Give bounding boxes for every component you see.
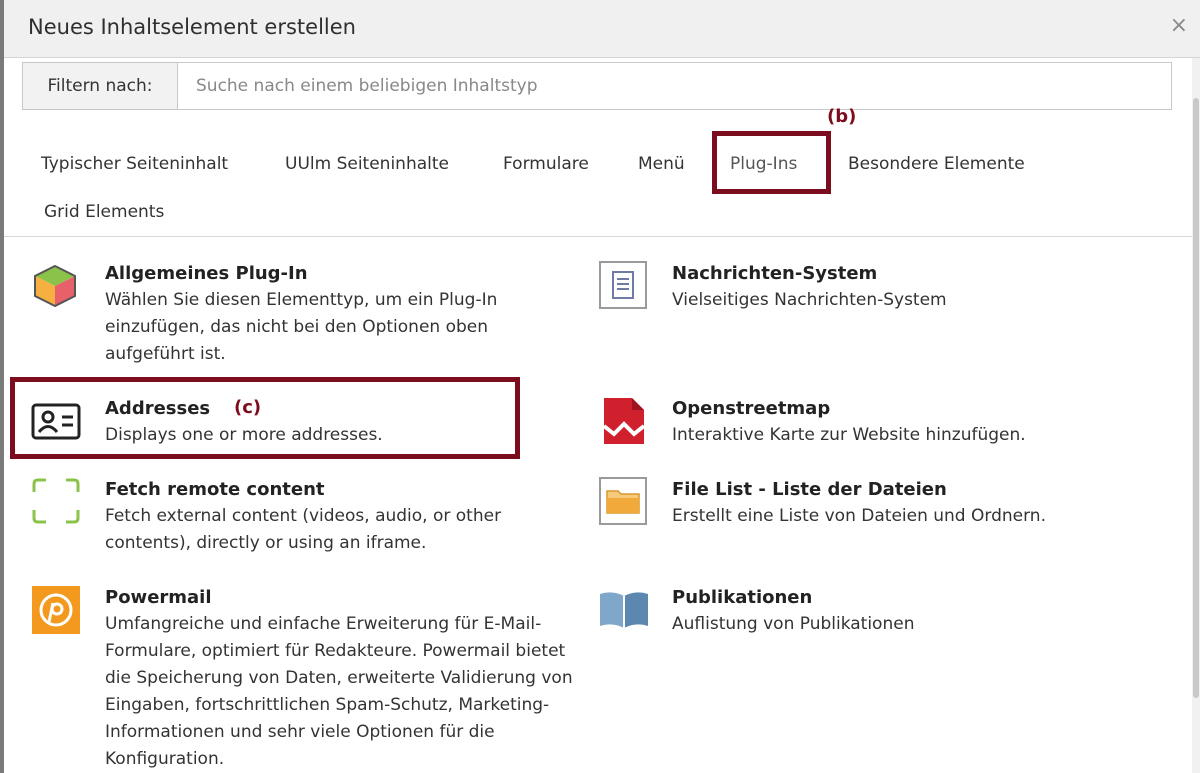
item-description: Vielseitiges Nachrichten-System [672, 290, 947, 310]
item-name: Openstreetmap [672, 398, 831, 419]
list-item-addresses[interactable]: Addresses Displays one or more addresses… [105, 395, 525, 449]
scrollbar[interactable] [1192, 58, 1200, 773]
item-name: Publikationen [672, 587, 813, 608]
address-card-icon [31, 403, 81, 440]
annotation-label-b: (b) [827, 106, 857, 127]
list-item-powermail[interactable]: Powermail Umfangreiche und einfache Erwe… [105, 584, 585, 773]
news-document-icon [599, 261, 647, 309]
dialog-header: Neues Inhaltselement erstellen × [4, 0, 1200, 58]
tab-menu[interactable]: Menü [638, 154, 685, 174]
item-description: Interaktive Karte zur Website hinzufügen… [672, 425, 1026, 445]
list-item-publikationen[interactable]: Publikationen Auflistung von Publikation… [672, 584, 1172, 638]
list-item-fetch-remote-content[interactable]: Fetch remote content Fetch external cont… [105, 476, 565, 557]
tab-formulare[interactable]: Formulare [503, 154, 589, 174]
tab-uulm-seiteninhalte[interactable]: UUlm Seiteninhalte [285, 154, 449, 174]
dialog-title: Neues Inhaltselement erstellen [28, 15, 356, 39]
item-description: Erstellt eine Liste von Dateien und Ordn… [672, 506, 1046, 526]
list-item-openstreetmap[interactable]: Openstreetmap Interaktive Karte zur Webs… [672, 395, 1172, 449]
book-icon [600, 592, 648, 628]
tabs-divider [4, 236, 1192, 237]
item-description: Auflistung von Publikationen [672, 614, 915, 634]
frame-corners-icon [32, 478, 80, 524]
list-item-file-list[interactable]: File List - Liste der Dateien Erstellt e… [672, 476, 1172, 530]
item-name: Nachrichten-System [672, 263, 878, 284]
item-name: File List - Liste der Dateien [672, 479, 947, 500]
search-input[interactable] [178, 63, 1171, 109]
close-icon[interactable]: × [1170, 13, 1188, 38]
item-name: Addresses [105, 398, 211, 419]
filter-group: Filtern nach: [22, 62, 1172, 110]
powermail-icon [32, 586, 80, 634]
item-description: Wählen Sie diesen Elementtyp, um ein Plu… [105, 290, 498, 364]
list-item-allgemeines-plugin[interactable]: Allgemeines Plug-In Wählen Sie diesen El… [105, 260, 565, 368]
filter-label: Filtern nach: [23, 63, 178, 109]
tab-besondere-elemente[interactable]: Besondere Elemente [848, 154, 1025, 174]
item-description: Umfangreiche und einfache Erweiterung fü… [105, 614, 573, 769]
left-edge [0, 0, 4, 773]
tab-grid-elements[interactable]: Grid Elements [44, 202, 164, 222]
tab-typischer-seiteninhalt[interactable]: Typischer Seiteninhalt [41, 154, 228, 174]
annotation-box-b [712, 131, 831, 194]
list-item-nachrichten-system[interactable]: Nachrichten-System Vielseitiges Nachrich… [672, 260, 1172, 314]
folder-icon [599, 477, 647, 525]
item-name: Fetch remote content [105, 479, 325, 500]
item-description: Fetch external content (videos, audio, o… [105, 506, 502, 553]
item-name: Powermail [105, 587, 212, 608]
item-name: Allgemeines Plug-In [105, 263, 308, 284]
plugin-cube-icon [34, 264, 76, 308]
item-description: Displays one or more addresses. [105, 425, 383, 445]
scrollbar-thumb[interactable] [1193, 98, 1199, 698]
openstreetmap-icon [602, 398, 646, 444]
